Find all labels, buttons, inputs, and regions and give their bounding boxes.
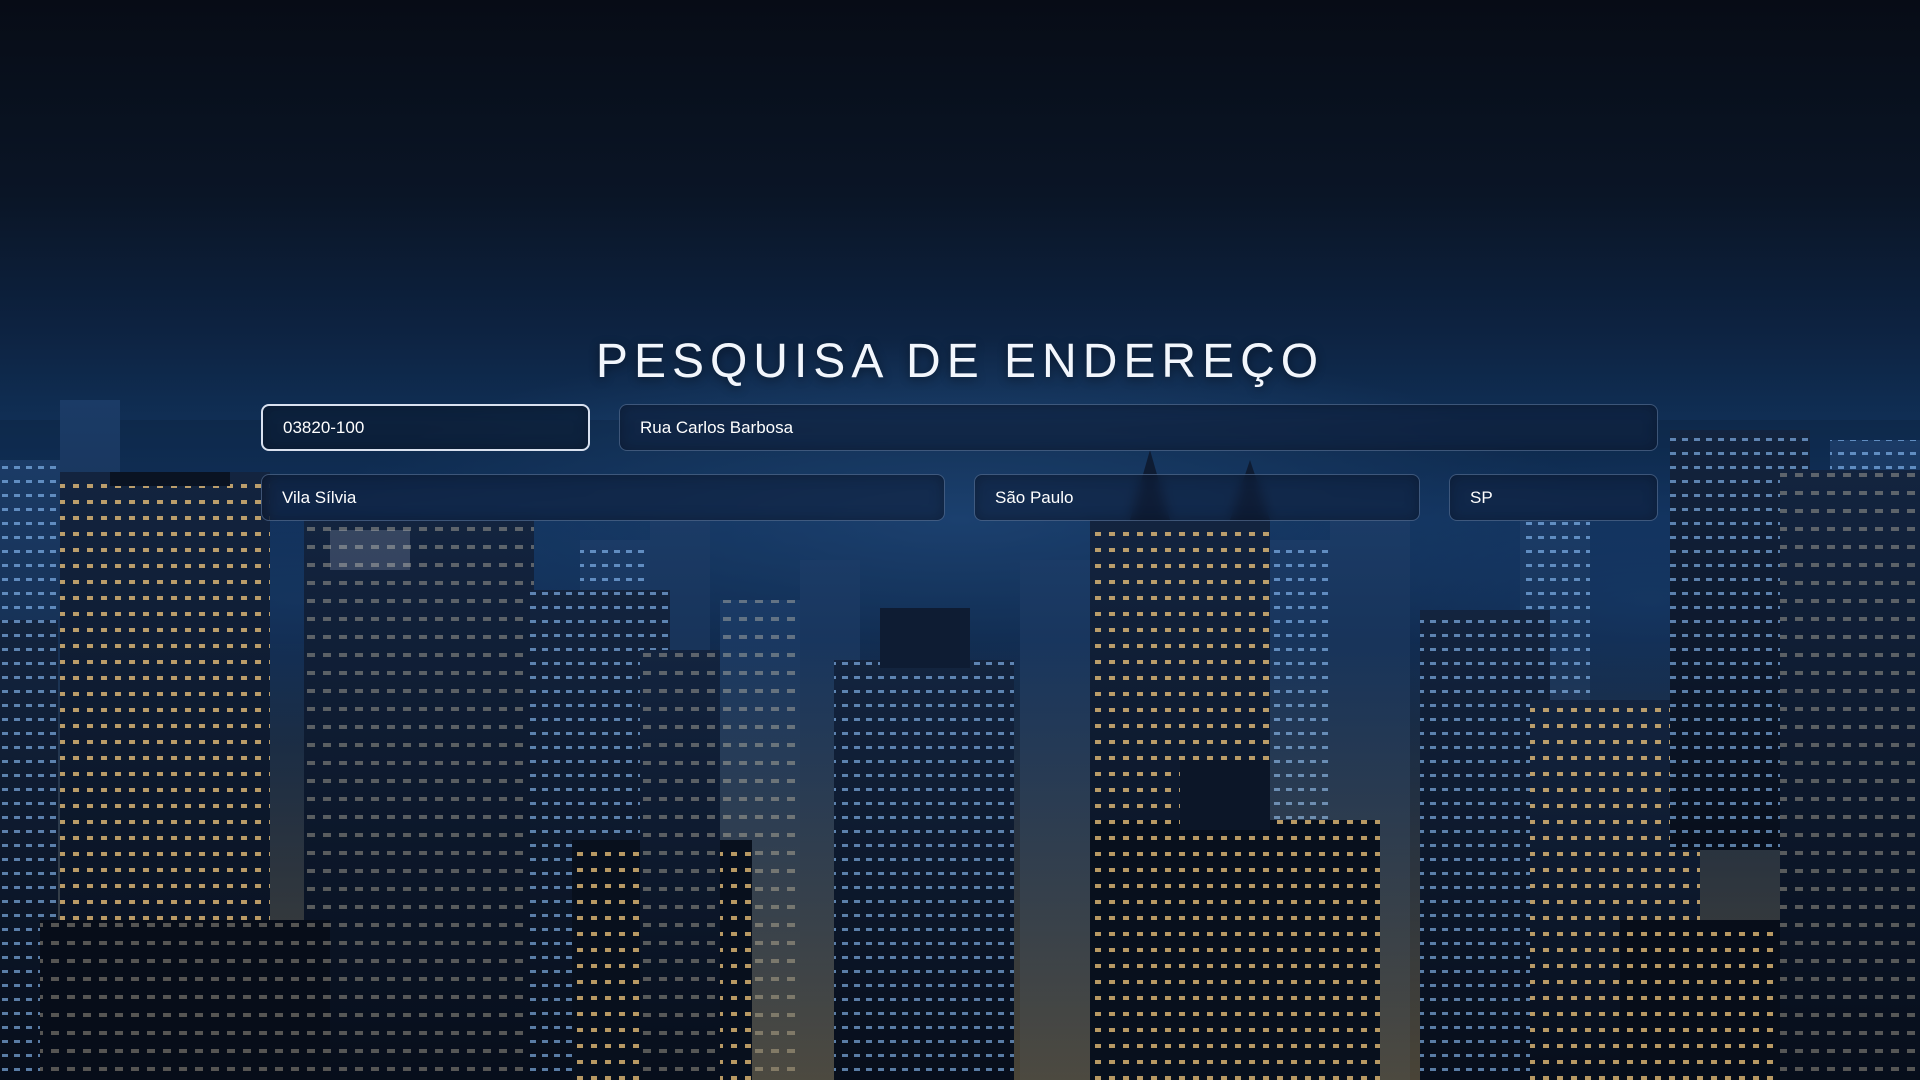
page: PESQUISA DE ENDEREÇO	[0, 0, 1920, 1080]
street-input[interactable]	[620, 405, 1657, 450]
city-input[interactable]	[975, 475, 1419, 520]
cep-input[interactable]	[263, 406, 588, 449]
neighborhood-input[interactable]	[262, 475, 944, 520]
state-input[interactable]	[1450, 475, 1657, 520]
city-field[interactable]	[974, 474, 1420, 521]
street-field[interactable]	[619, 404, 1658, 451]
cep-field[interactable]	[261, 404, 590, 451]
neighborhood-field[interactable]	[261, 474, 945, 521]
state-field[interactable]	[1449, 474, 1658, 521]
page-title: PESQUISA DE ENDEREÇO	[595, 335, 1325, 388]
address-search-form: PESQUISA DE ENDEREÇO	[0, 0, 1920, 1080]
